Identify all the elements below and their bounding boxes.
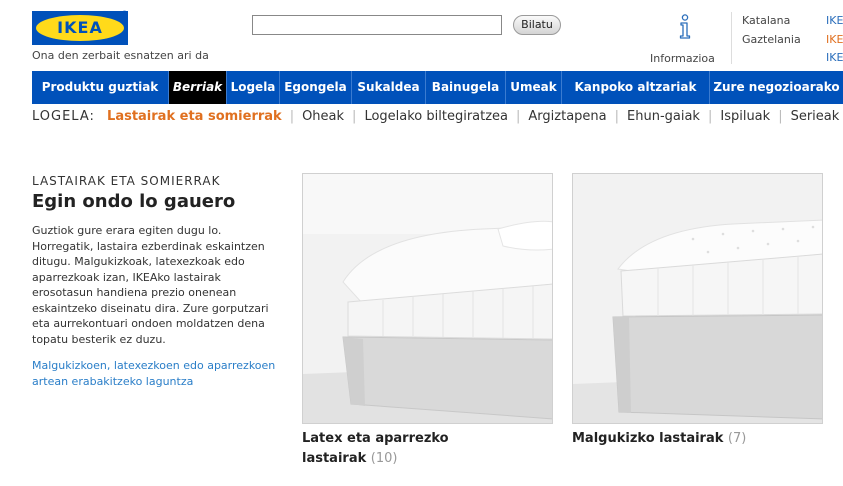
nav-item-kids[interactable]: Umeak [506, 71, 562, 104]
nav-item-bedroom[interactable]: Logela [227, 71, 280, 104]
country-link[interactable]: IKE [826, 51, 843, 64]
subnav-item-lighting[interactable]: Argiztapena [528, 109, 606, 124]
country-link[interactable]: IKE [826, 33, 843, 46]
subnav-label: LOGELA: [32, 109, 95, 124]
info-icon[interactable] [678, 14, 692, 40]
nav-item-outdoor[interactable]: Kanpoko altzariak [562, 71, 710, 104]
language-spanish[interactable]: Gaztelania [742, 33, 801, 46]
tagline: Ona den zerbait esnatzen ari da [32, 49, 209, 62]
sub-nav: LOGELA: Lastairak eta somierrak | Oheak | Lo… [32, 109, 840, 124]
product-title-line: Latex eta aparrezko [302, 431, 449, 446]
subnav-item-series[interactable]: Serieak [791, 109, 840, 124]
nav-item-business[interactable]: Zure negozioarako [710, 71, 843, 104]
info-label[interactable]: Informazioa [650, 52, 715, 65]
product-image-spring[interactable] [572, 173, 823, 424]
mattress-image [573, 174, 822, 423]
search-button[interactable]: Bilatu [513, 15, 561, 35]
product-count: (7) [727, 431, 747, 446]
product-title-latex-foam[interactable]: Latex eta aparrezko lastairak (10) [302, 429, 449, 469]
language-catalan[interactable]: Katalana [742, 14, 790, 27]
product-image-latex-foam[interactable] [302, 173, 553, 424]
main-nav: Produktu guztiak Berriak Logela Egongela… [32, 71, 843, 104]
product-count: (10) [370, 451, 398, 466]
product-title-line: Malgukizko lastairak [572, 431, 724, 446]
header-divider [731, 12, 732, 64]
country-link[interactable]: IKE [826, 14, 843, 27]
help-link[interactable]: Malgukizkoen, latexezkoen edo aparrezkoe… [32, 358, 292, 389]
nav-item-bathroom[interactable]: Bainugela [426, 71, 506, 104]
subnav-item-bedroom-storage[interactable]: Logelako biltegiratzea [364, 109, 508, 124]
mattress-image [303, 174, 552, 423]
subnav-item-textiles[interactable]: Ehun-gaiak [627, 109, 700, 124]
product-title-spring[interactable]: Malgukizko lastairak (7) [572, 429, 746, 449]
logo-text: IKEA [57, 18, 103, 37]
subnav-item-mirrors[interactable]: Ispiluak [720, 109, 770, 124]
section-label: LASTAIRAK ETA SOMIERRAK [32, 174, 221, 188]
page-title: Egin ondo lo gauero [32, 191, 236, 212]
nav-item-living-room[interactable]: Egongela [280, 71, 352, 104]
product-title-line: lastairak [302, 451, 367, 466]
subnav-item-beds[interactable]: Oheak [302, 109, 344, 124]
search-input[interactable] [252, 15, 502, 35]
nav-item-all-products[interactable]: Produktu guztiak [32, 71, 169, 104]
ikea-logo[interactable]: IKEA [32, 11, 128, 45]
nav-item-kitchen[interactable]: Sukaldea [352, 71, 426, 104]
subnav-item-mattresses[interactable]: Lastairak eta somierrak [107, 109, 282, 124]
registered-mark: ® [121, 10, 128, 18]
nav-item-new[interactable]: Berriak [169, 71, 227, 104]
section-body: Guztiok gure erara egiten dugu lo. Horre… [32, 224, 269, 346]
